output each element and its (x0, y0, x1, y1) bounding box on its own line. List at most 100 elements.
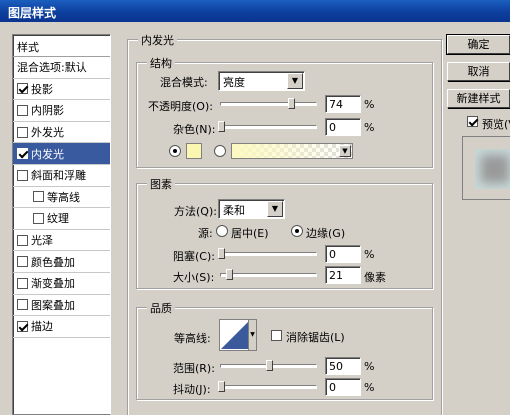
blend-mode-value: 亮度 (223, 76, 245, 89)
preview-thumbnail (462, 136, 510, 200)
preview-checkbox[interactable] (467, 116, 478, 127)
ok-button[interactable]: 确定 (446, 34, 510, 55)
technique-select[interactable]: 柔和 ▼ (218, 199, 285, 219)
elements-title: 图素 (147, 176, 175, 192)
preview-label[interactable]: 预览(V) (482, 116, 510, 132)
style-item-checkbox[interactable] (17, 169, 28, 181)
style-item[interactable]: 图案叠加 (13, 295, 110, 317)
jitter-label: 抖动(J): (173, 383, 211, 396)
style-item-label: 外发光 (31, 126, 64, 140)
range-slider[interactable] (220, 360, 317, 371)
choke-unit: % (364, 248, 375, 261)
style-item-checkbox[interactable] (17, 234, 28, 246)
contour-picker[interactable]: ▼ (219, 319, 257, 351)
style-item-checkbox[interactable] (33, 191, 44, 203)
size-slider-thumb[interactable] (225, 269, 233, 280)
panel-title: 内发光 (138, 32, 177, 48)
preview-swatch (475, 149, 510, 189)
style-item-checkbox[interactable] (17, 83, 28, 95)
opacity-slider[interactable] (220, 98, 317, 109)
style-item[interactable]: 颜色叠加 (13, 251, 110, 273)
size-slider[interactable] (220, 269, 317, 280)
style-item-label: 光泽 (31, 234, 53, 248)
choke-slider-thumb[interactable] (218, 248, 225, 259)
style-item-checkbox[interactable] (17, 148, 28, 160)
style-item[interactable]: 光泽 (13, 230, 110, 252)
opacity-label: 不透明度(O): (148, 100, 213, 113)
window-title: 图层样式 (8, 6, 57, 20)
style-item-label: 纹理 (47, 212, 69, 226)
source-center-label[interactable]: 居中(E) (231, 225, 269, 241)
new-style-button[interactable]: 新建样式(W)... (447, 89, 510, 108)
style-item[interactable]: 投影 (13, 79, 110, 101)
style-item[interactable]: 外发光 (13, 122, 110, 144)
source-edge-radio[interactable] (291, 225, 303, 237)
opacity-slider-thumb[interactable] (288, 98, 296, 109)
style-item-label: 斜面和浮雕 (31, 169, 86, 183)
jitter-input[interactable]: 0 (325, 378, 361, 396)
opacity-input[interactable]: 74 (325, 95, 361, 113)
range-input[interactable]: 50 (325, 357, 361, 375)
contour-label: 等高线: (174, 332, 211, 345)
style-item-checkbox[interactable] (17, 126, 28, 138)
jitter-slider[interactable] (218, 381, 317, 392)
anti-alias-checkbox[interactable] (271, 330, 282, 341)
choke-slider[interactable] (218, 248, 317, 259)
noise-label: 杂色(N): (173, 123, 216, 136)
technique-value: 柔和 (223, 204, 245, 217)
technique-label: 方法(Q): (174, 205, 217, 218)
style-item[interactable]: 混合选项:默认 (13, 57, 110, 79)
style-item[interactable]: 等高线 (13, 187, 110, 209)
chevron-down-icon: ▼ (248, 320, 256, 350)
anti-alias-label[interactable]: 消除锯齿(L) (286, 329, 345, 345)
style-item-checkbox[interactable] (17, 299, 28, 311)
contour-preview-icon (221, 321, 249, 349)
style-item[interactable]: 内发光 (13, 143, 110, 165)
range-unit: % (364, 360, 375, 373)
style-item-label: 图案叠加 (31, 298, 75, 312)
choke-input[interactable]: 0 (325, 245, 361, 263)
style-item-checkbox[interactable] (17, 277, 28, 289)
style-item[interactable]: 纹理 (13, 208, 110, 230)
quality-title: 品质 (147, 300, 175, 316)
style-item-label: 投影 (31, 82, 53, 96)
source-label: 源: (198, 227, 213, 240)
noise-slider[interactable] (218, 121, 317, 132)
source-center-radio[interactable] (216, 225, 228, 237)
style-item-label: 内发光 (31, 147, 64, 161)
style-item[interactable]: 渐变叠加 (13, 273, 110, 295)
choke-label: 阻塞(C): (173, 250, 215, 263)
style-item[interactable]: 内阴影 (13, 100, 110, 122)
size-unit: 像素 (364, 271, 386, 284)
style-item-checkbox[interactable] (33, 212, 44, 224)
opacity-unit: % (364, 98, 375, 111)
style-item-label: 颜色叠加 (31, 255, 75, 269)
range-slider-thumb[interactable] (265, 360, 273, 371)
size-input[interactable]: 21 (325, 266, 361, 284)
cancel-button[interactable]: 取消 (447, 62, 510, 81)
blend-mode-select[interactable]: 亮度 ▼ (218, 71, 305, 91)
jitter-unit: % (364, 381, 375, 394)
noise-slider-thumb[interactable] (218, 121, 225, 132)
glow-color-swatch[interactable] (186, 143, 202, 159)
jitter-slider-thumb[interactable] (218, 381, 225, 392)
style-item-checkbox[interactable] (17, 320, 28, 332)
gradient-radio[interactable] (214, 145, 226, 157)
chevron-down-icon: ▼ (267, 201, 283, 217)
chevron-down-icon: ▼ (287, 73, 303, 89)
gradient-picker[interactable]: ▼ (231, 143, 353, 159)
size-label: 大小(S): (173, 271, 215, 284)
style-item-checkbox[interactable] (17, 104, 28, 116)
style-item-label: 渐变叠加 (31, 277, 75, 291)
noise-input[interactable]: 0 (325, 118, 361, 136)
source-edge-label[interactable]: 边缘(G) (306, 225, 345, 241)
styles-list-header: 样式 (13, 35, 110, 57)
window-titlebar: 图层样式 (0, 0, 510, 22)
style-item[interactable]: 斜面和浮雕 (13, 165, 110, 187)
style-item-checkbox[interactable] (17, 256, 28, 268)
style-item-label: 描边 (31, 320, 53, 334)
solid-color-radio[interactable] (169, 145, 181, 157)
style-item[interactable]: 描边 (13, 316, 110, 338)
structure-title: 结构 (147, 55, 175, 71)
chevron-down-icon: ▼ (339, 145, 351, 157)
